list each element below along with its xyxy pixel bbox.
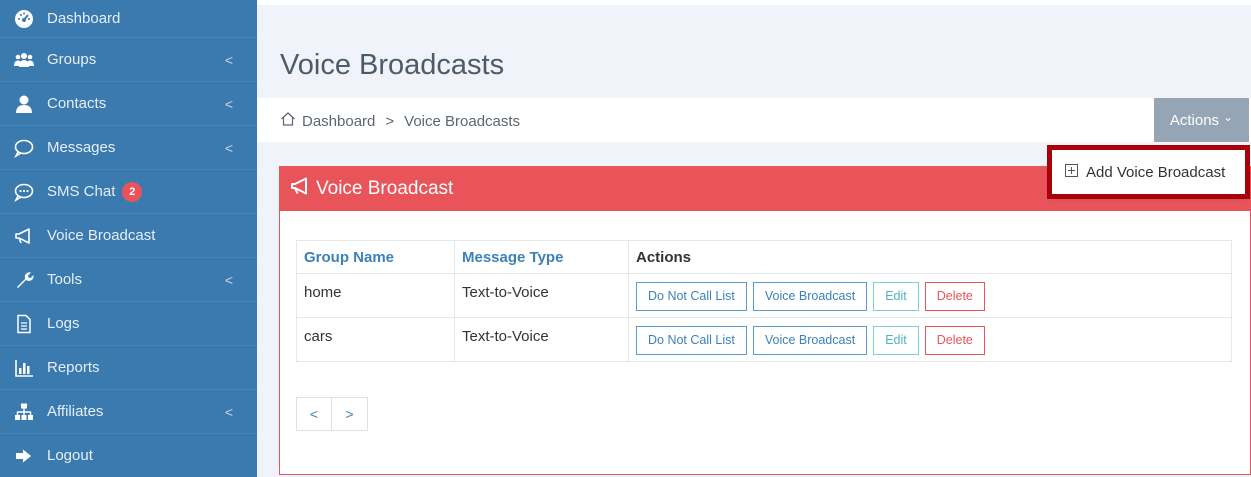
chevron-left-icon: < <box>224 95 233 112</box>
sidebar-item-logs[interactable]: Logs <box>0 302 257 346</box>
breadcrumb: Dashboard > Voice Broadcasts <box>280 111 520 131</box>
breadcrumb-current: Voice Broadcasts <box>404 112 521 130</box>
cell-message-type: Text-to-Voice <box>454 273 629 318</box>
broadcast-table: Group Name Message Type Actions home Tex… <box>296 240 1232 362</box>
wrench-icon <box>13 269 35 291</box>
sidebar-item-label: Logs <box>47 315 80 332</box>
sidebar-item-label: Logout <box>47 447 93 464</box>
delete-button[interactable]: Delete <box>924 282 985 311</box>
top-strip <box>257 0 1251 5</box>
chevron-left-icon: < <box>224 51 233 68</box>
unread-count-badge: 2 <box>122 181 143 202</box>
sidebar-item-label: Groups <box>47 51 97 68</box>
menu-item-label: Add Voice Broadcast <box>1086 163 1226 181</box>
sidebar-item-messages[interactable]: Messages < <box>0 126 257 170</box>
home-icon <box>280 111 302 131</box>
add-voice-broadcast-menu-item[interactable]: Add Voice Broadcast <box>1047 145 1250 199</box>
sidebar-item-sms-chat[interactable]: SMS Chat 2 <box>0 170 257 214</box>
table-row: home Text-to-Voice Do Not Call List Voice… <box>296 273 1232 318</box>
page-title: Voice Broadcasts <box>280 49 505 81</box>
sidebar-item-label: Contacts <box>47 95 107 112</box>
chevron-left-icon: < <box>224 139 233 156</box>
do-not-call-list-button[interactable]: Do Not Call List <box>636 282 747 311</box>
sidebar-item-logout[interactable]: Logout <box>0 434 257 477</box>
breadcrumb-link-dashboard[interactable]: Dashboard <box>302 113 375 130</box>
bar-chart-icon <box>13 357 35 379</box>
voice-broadcast-button[interactable]: Voice Broadcast <box>752 282 868 311</box>
megaphone-icon <box>13 225 35 247</box>
sidebar-item-label: Dashboard <box>47 10 121 27</box>
sidebar: Dashboard Groups < Contacts < Messages <… <box>0 0 257 477</box>
sidebar-item-label: Tools <box>47 271 83 288</box>
panel-title: Voice Broadcast <box>316 178 454 199</box>
sidebar-item-reports[interactable]: Reports <box>0 346 257 390</box>
sidebar-item-dashboard[interactable]: Dashboard <box>0 0 257 38</box>
edit-button[interactable]: Edit <box>873 282 919 311</box>
logout-icon <box>13 445 35 467</box>
user-icon <box>13 93 35 115</box>
sidebar-item-contacts[interactable]: Contacts < <box>0 82 257 126</box>
megaphone-icon <box>290 176 316 202</box>
pagination: < > <box>296 397 368 431</box>
users-icon <box>13 49 35 71</box>
sidebar-item-label: Reports <box>47 359 100 376</box>
pagination-next-button[interactable]: > <box>332 397 368 431</box>
breadcrumb-bar: Dashboard > Voice Broadcasts Actions ⌄ <box>257 98 1251 142</box>
chevron-left-icon: < <box>224 271 233 288</box>
voice-broadcast-button[interactable]: Voice Broadcast <box>752 326 868 355</box>
document-icon <box>13 313 35 335</box>
dashboard-icon <box>13 8 35 30</box>
cell-group-name: cars <box>296 317 455 362</box>
sidebar-item-label: Affiliates <box>47 403 104 420</box>
table-header-row: Group Name Message Type Actions <box>296 240 1232 274</box>
cell-actions: Do Not Call List Voice Broadcast Edit Delet… <box>628 317 1232 362</box>
chat-bubble-icon <box>13 137 35 159</box>
sidebar-item-voice-broadcast[interactable]: Voice Broadcast <box>0 214 257 258</box>
do-not-call-list-button[interactable]: Do Not Call List <box>636 326 747 355</box>
delete-button[interactable]: Delete <box>924 326 985 355</box>
pagination-prev-button[interactable]: < <box>296 397 332 431</box>
cell-message-type: Text-to-Voice <box>454 317 629 362</box>
sitemap-icon <box>13 401 35 423</box>
cell-actions: Do Not Call List Voice Broadcast Edit Delet… <box>628 273 1232 318</box>
breadcrumb-separator: > <box>385 112 395 130</box>
sidebar-item-affiliates[interactable]: Affiliates < <box>0 390 257 434</box>
plus-square-icon <box>1065 163 1086 181</box>
sms-icon <box>13 181 35 203</box>
column-header-actions: Actions <box>628 240 1232 274</box>
sidebar-item-label: SMS Chat <box>47 183 116 200</box>
sidebar-item-label: Voice Broadcast <box>47 227 156 244</box>
cell-group-name: home <box>296 273 455 318</box>
actions-dropdown-button[interactable]: Actions ⌄ <box>1154 98 1249 142</box>
sidebar-item-label: Messages <box>47 139 116 156</box>
sidebar-item-groups[interactable]: Groups < <box>0 38 257 82</box>
sidebar-item-tools[interactable]: Tools < <box>0 258 257 302</box>
column-header-message-type[interactable]: Message Type <box>454 240 629 274</box>
chevron-down-icon: ⌄ <box>1223 110 1234 124</box>
column-header-group-name[interactable]: Group Name <box>296 240 455 274</box>
chevron-left-icon: < <box>224 403 233 420</box>
edit-button[interactable]: Edit <box>873 326 919 355</box>
table-row: cars Text-to-Voice Do Not Call List Voice… <box>296 317 1232 362</box>
voice-broadcast-panel: Voice Broadcast Group Name Message Type … <box>279 166 1251 475</box>
actions-label: Actions <box>1169 111 1220 129</box>
